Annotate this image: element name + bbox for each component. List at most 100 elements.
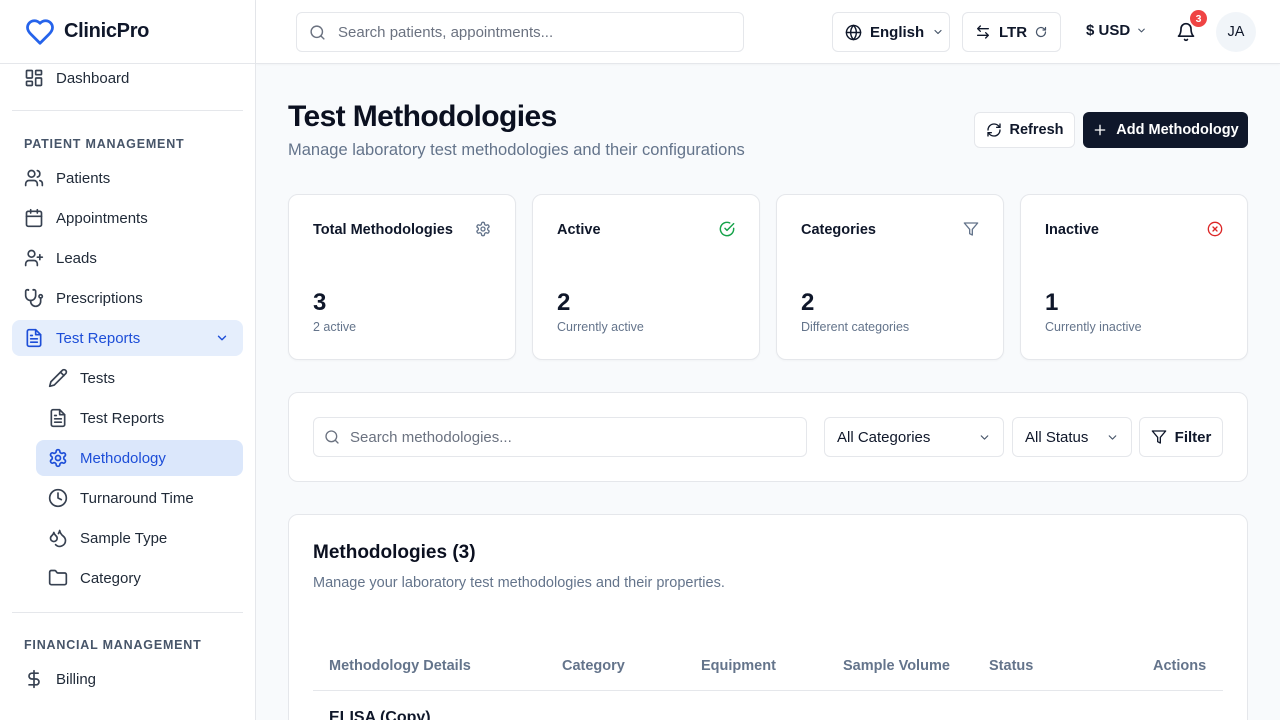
folder-icon <box>48 568 68 588</box>
stat-note: Different categories <box>801 320 910 334</box>
category-select-value: All Categories <box>837 428 931 446</box>
dollar-sign-icon <box>24 669 44 689</box>
language-label: English <box>870 23 925 41</box>
sidebar-subitem-category[interactable]: Category <box>36 560 243 596</box>
sidebar-subitem-turnaround-time[interactable]: Turnaround Time <box>36 480 243 516</box>
calendar-icon <box>24 208 44 228</box>
search-icon <box>324 429 340 445</box>
global-search-input[interactable] <box>338 23 718 41</box>
direction-label: LTR <box>999 23 1028 41</box>
sidebar-item-label: Prescriptions <box>56 289 143 307</box>
table-subtitle: Manage your laboratory test methodologie… <box>313 575 725 591</box>
section-label-financial-management: FINANCIAL MANAGEMENT <box>24 638 202 652</box>
chevron-down-icon <box>1136 25 1147 36</box>
sidebar-item-prescriptions[interactable]: Prescriptions <box>12 280 243 316</box>
stat-value: 2 <box>801 289 815 316</box>
brand-name: ClinicPro <box>64 20 150 42</box>
sidebar-item-appointments[interactable]: Appointments <box>12 200 243 236</box>
stat-card-active: Active 2 Currently active <box>532 194 760 360</box>
column-header-equipment[interactable]: Equipment <box>701 658 776 674</box>
brand[interactable]: ClinicPro <box>0 0 255 64</box>
page-subtitle: Manage laboratory test methodologies and… <box>288 141 745 159</box>
sidebar-item-billing[interactable]: Billing <box>12 661 243 697</box>
x-circle-icon <box>1207 221 1223 237</box>
methodologies-table-panel: Methodologies (3) Manage your laboratory… <box>288 514 1248 720</box>
stat-value: 3 <box>313 289 327 316</box>
stat-note: Currently inactive <box>1045 320 1142 334</box>
chevron-down-icon <box>215 331 229 345</box>
stat-card-inactive: Inactive 1 Currently inactive <box>1020 194 1248 360</box>
sidebar-item-dashboard[interactable]: Dashboard <box>12 60 243 96</box>
add-methodology-label: Add Methodology <box>1116 122 1239 138</box>
pencil-icon <box>48 368 68 388</box>
currency-select[interactable]: $ USD <box>1086 22 1147 39</box>
refresh-icon <box>986 122 1002 138</box>
droplets-icon <box>48 528 68 548</box>
stethoscope-icon <box>24 288 44 308</box>
sidebar-subitem-tests[interactable]: Tests <box>36 360 243 396</box>
file-text-icon <box>48 408 68 428</box>
global-search[interactable] <box>296 12 744 52</box>
status-select-value: All Status <box>1025 428 1089 446</box>
column-header-status[interactable]: Status <box>989 658 1033 674</box>
divider <box>12 110 243 111</box>
methodology-search[interactable] <box>313 417 807 457</box>
column-header-actions[interactable]: Actions <box>1153 658 1206 674</box>
category-select[interactable]: All Categories <box>824 417 1004 457</box>
chevron-down-icon <box>1106 431 1119 444</box>
heart-logo-icon <box>24 17 56 47</box>
sidebar-subitem-test-reports[interactable]: Test Reports <box>36 400 243 436</box>
add-methodology-button[interactable]: Add Methodology <box>1083 112 1248 148</box>
stat-note: 2 active <box>313 320 357 334</box>
sidebar-item-label: Appointments <box>56 209 148 227</box>
sidebar-item-label: Leads <box>56 249 97 267</box>
stat-title: Inactive <box>1045 222 1099 238</box>
sidebar-item-leads[interactable]: Leads <box>12 240 243 276</box>
avatar[interactable]: JA <box>1216 12 1256 52</box>
chevron-down-icon <box>932 26 944 38</box>
sidebar-item-test-reports[interactable]: Test Reports <box>12 320 243 356</box>
stat-note: Currently active <box>557 320 644 334</box>
sidebar-item-label: Test Reports <box>56 329 141 347</box>
file-text-icon <box>24 328 44 348</box>
sidebar-item-label: Billing <box>56 670 97 688</box>
status-select[interactable]: All Status <box>1012 417 1132 457</box>
sidebar-item-label: Sample Type <box>80 529 168 547</box>
sidebar-item-label: Methodology <box>80 449 166 467</box>
users-icon <box>24 168 44 188</box>
sidebar: ClinicPro Dashboard PATIENT MANAGEMENT P… <box>0 0 256 720</box>
plus-icon <box>1092 122 1108 138</box>
clock-icon <box>48 488 68 508</box>
gear-icon <box>48 448 68 468</box>
arrow-left-right-icon <box>975 24 991 40</box>
stat-value: 1 <box>1045 289 1059 316</box>
stat-card-categories: Categories 2 Different categories <box>776 194 1004 360</box>
language-select[interactable]: English <box>832 12 950 52</box>
stat-card-total: Total Methodologies 3 2 active <box>288 194 516 360</box>
column-header-details[interactable]: Methodology Details <box>329 658 471 674</box>
filter-label: Filter <box>1174 428 1212 446</box>
page-title: Test Methodologies <box>288 100 557 133</box>
sidebar-subitem-sample-type[interactable]: Sample Type <box>36 520 243 556</box>
filter-panel: All Categories All Status Filter <box>288 392 1248 482</box>
direction-toggle[interactable]: LTR <box>962 12 1061 52</box>
check-circle-icon <box>719 221 735 237</box>
topbar: English LTR $ USD 3 JA <box>256 0 1280 64</box>
filter-icon <box>1151 429 1167 445</box>
gear-icon <box>475 221 491 237</box>
stat-value: 2 <box>557 289 571 316</box>
search-icon <box>309 24 326 41</box>
table-title: Methodologies (3) <box>313 542 476 563</box>
sidebar-item-patients[interactable]: Patients <box>12 160 243 196</box>
refresh-button[interactable]: Refresh <box>974 112 1075 148</box>
table-row-name[interactable]: ELISA (Copy) <box>329 709 431 720</box>
user-plus-icon <box>24 248 44 268</box>
chevron-down-icon <box>978 431 991 444</box>
sidebar-item-label: Test Reports <box>80 409 165 427</box>
sidebar-subitem-methodology[interactable]: Methodology <box>36 440 243 476</box>
table-header-divider <box>313 690 1223 691</box>
methodology-search-input[interactable] <box>350 428 730 446</box>
column-header-sample-volume[interactable]: Sample Volume <box>843 658 950 674</box>
column-header-category[interactable]: Category <box>562 658 625 674</box>
filter-button[interactable]: Filter <box>1139 417 1223 457</box>
